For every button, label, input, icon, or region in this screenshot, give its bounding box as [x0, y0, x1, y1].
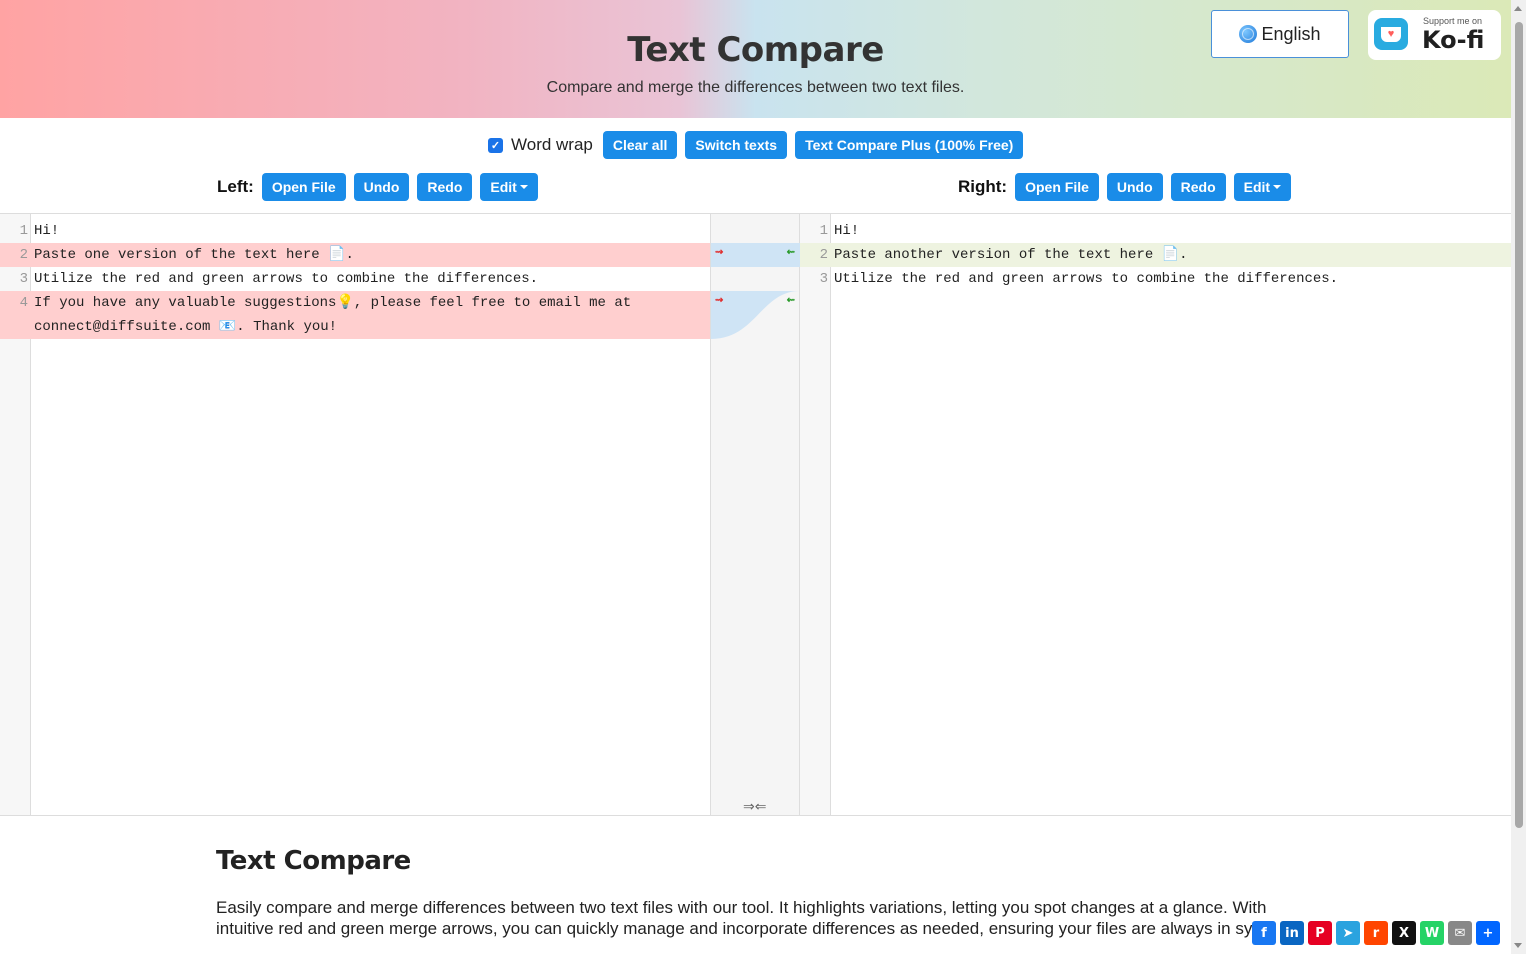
left-line: Utilize the red and green arrows to comb…	[34, 271, 539, 287]
scroll-down-icon[interactable]	[1514, 943, 1522, 948]
text-compare-plus-button[interactable]: Text Compare Plus (100% Free)	[795, 131, 1024, 159]
facebook-icon[interactable]: f	[1252, 921, 1276, 945]
merge-left-arrow-icon[interactable]: ⇜	[787, 247, 795, 258]
whatsapp-icon[interactable]: W	[1420, 921, 1444, 945]
scroll-up-icon[interactable]	[1514, 6, 1522, 11]
line-number: 1	[19, 223, 28, 239]
right-toolbar: Right: Open File Undo Redo Edit	[958, 173, 1292, 201]
globe-icon	[1239, 25, 1258, 43]
x-icon[interactable]: X	[1392, 921, 1416, 945]
right-undo-button[interactable]: Undo	[1106, 173, 1163, 201]
merge-right-arrow-icon[interactable]: ⇝	[715, 247, 723, 258]
description-title: Text Compare	[216, 846, 411, 876]
right-edit-dropdown[interactable]: Edit	[1233, 173, 1292, 201]
line-number: 2	[19, 247, 28, 263]
line-number: 3	[19, 271, 28, 287]
language-label: English	[1261, 23, 1321, 44]
line-number: 1	[819, 223, 828, 239]
chevron-down-icon	[519, 185, 528, 189]
right-edit-label: Edit	[1243, 179, 1271, 195]
merge-gutter: ⇝ ⇜ ⇝ ⇜ ⇒⇐	[710, 214, 800, 815]
right-line: Paste another version of the text here 📄…	[834, 247, 1188, 263]
right-editor[interactable]: 1 Hi! 2 Paste another version of the tex…	[800, 214, 1511, 815]
telegram-icon[interactable]: ➤	[1336, 921, 1360, 945]
left-editor[interactable]: 1 Hi! 2 Paste one version of the text he…	[0, 214, 710, 815]
word-wrap-label: Word wrap	[511, 135, 593, 154]
left-label: Left:	[217, 177, 254, 196]
right-open-file-button[interactable]: Open File	[1015, 173, 1099, 201]
left-undo-button[interactable]: Undo	[353, 173, 410, 201]
left-open-file-button[interactable]: Open File	[261, 173, 346, 201]
merge-left-arrow-icon[interactable]: ⇜	[787, 295, 795, 306]
right-label: Right:	[958, 177, 1008, 196]
scroll-thumb[interactable]	[1515, 22, 1523, 828]
line-number: 4	[19, 295, 28, 311]
top-toolbar: ✓ Word wrap Clear all Switch texts Text …	[488, 131, 1024, 159]
kofi-caption: Support me on	[1423, 16, 1483, 26]
email-icon[interactable]: ✉	[1448, 921, 1472, 945]
right-line: Utilize the red and green arrows to comb…	[834, 271, 1339, 287]
right-line: Hi!	[834, 223, 860, 239]
kofi-button[interactable]: ♥ Support me on Ko-fi	[1368, 10, 1501, 60]
left-line: connect@diffsuite.com 📧. Thank you!	[34, 319, 338, 335]
language-button[interactable]: English	[1211, 10, 1349, 58]
line-number: 2	[819, 247, 828, 263]
right-gutter	[800, 214, 831, 815]
page-header: Text Compare Compare and merge the diffe…	[0, 0, 1511, 118]
chevron-down-icon	[1273, 185, 1282, 189]
left-edit-dropdown[interactable]: Edit	[480, 173, 538, 201]
clear-all-button[interactable]: Clear all	[602, 131, 678, 159]
merge-right-arrow-icon[interactable]: ⇝	[715, 295, 723, 306]
left-redo-button[interactable]: Redo	[417, 173, 473, 201]
diff-editor: 1 Hi! 2 Paste one version of the text he…	[0, 213, 1511, 816]
page-subtitle: Compare and merge the differences betwee…	[546, 79, 965, 96]
merge-all-icon[interactable]: ⇒⇐	[743, 798, 766, 815]
switch-texts-button[interactable]: Switch texts	[685, 131, 788, 159]
kofi-cup-icon: ♥	[1374, 18, 1408, 50]
description-text: Easily compare and merge differences bet…	[216, 898, 1275, 938]
line-number: 3	[819, 271, 828, 287]
left-edit-label: Edit	[490, 179, 517, 195]
left-toolbar: Left: Open File Undo Redo Edit	[217, 173, 538, 201]
share-more-icon[interactable]: +	[1476, 921, 1500, 945]
linkedin-icon[interactable]: in	[1280, 921, 1304, 945]
left-line: Paste one version of the text here 📄.	[34, 247, 354, 263]
left-line: Hi!	[34, 223, 60, 239]
left-line: If you have any valuable suggestions💡, p…	[34, 295, 632, 311]
share-bar: f in P ➤ r X W ✉ +	[1252, 921, 1500, 945]
kofi-logo-text: Ko-fi	[1422, 26, 1485, 54]
reddit-icon[interactable]: r	[1364, 921, 1388, 945]
page-scrollbar[interactable]	[1511, 0, 1526, 954]
word-wrap-checkbox[interactable]: ✓	[488, 137, 503, 153]
right-redo-button[interactable]: Redo	[1170, 173, 1226, 201]
pinterest-icon[interactable]: P	[1308, 921, 1332, 945]
